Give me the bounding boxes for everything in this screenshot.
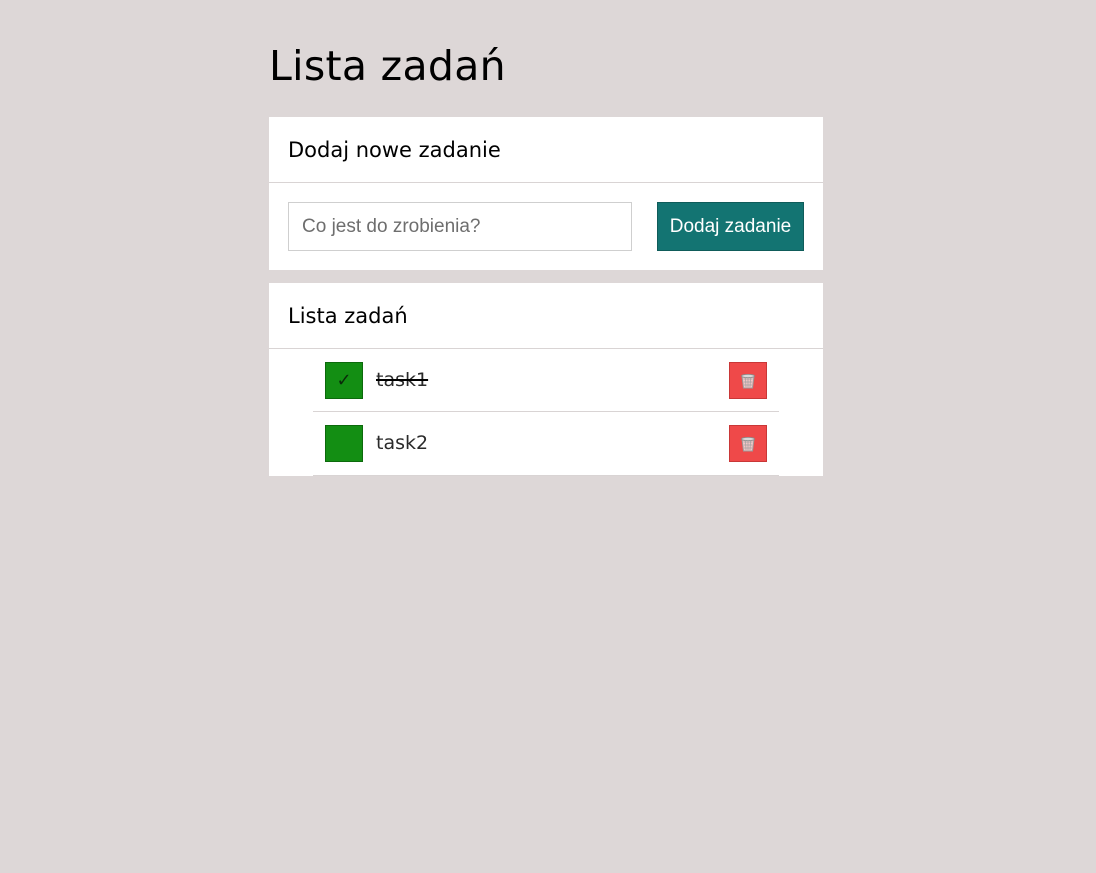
task-list-card: Lista zadań ✓ task1 task2 bbox=[269, 283, 823, 476]
add-task-button[interactable]: Dodaj zadanie bbox=[657, 202, 804, 251]
task-complete-toggle[interactable]: ✓ bbox=[325, 362, 363, 399]
task-list: ✓ task1 task2 bbox=[313, 349, 779, 476]
delete-task-button[interactable] bbox=[729, 425, 767, 462]
add-task-card-title: Dodaj nowe zadanie bbox=[288, 137, 501, 162]
task-list-card-header: Lista zadań bbox=[269, 283, 823, 349]
check-icon: ✓ bbox=[336, 370, 352, 391]
task-item: ✓ task1 bbox=[313, 349, 779, 412]
delete-task-button[interactable] bbox=[729, 362, 767, 399]
task-complete-toggle[interactable] bbox=[325, 425, 363, 462]
task-text: task1 bbox=[376, 369, 429, 391]
add-task-card: Dodaj nowe zadanie Dodaj zadanie bbox=[269, 117, 823, 270]
trash-icon bbox=[739, 435, 757, 453]
page-title: Lista zadań bbox=[269, 42, 506, 90]
task-text: task2 bbox=[376, 432, 429, 454]
task-item: task2 bbox=[313, 412, 779, 476]
add-task-card-header: Dodaj nowe zadanie bbox=[269, 117, 823, 183]
task-list-card-title: Lista zadań bbox=[288, 303, 408, 328]
add-task-form: Dodaj zadanie bbox=[269, 183, 823, 269]
trash-icon bbox=[739, 372, 757, 390]
new-task-input[interactable] bbox=[288, 202, 632, 251]
